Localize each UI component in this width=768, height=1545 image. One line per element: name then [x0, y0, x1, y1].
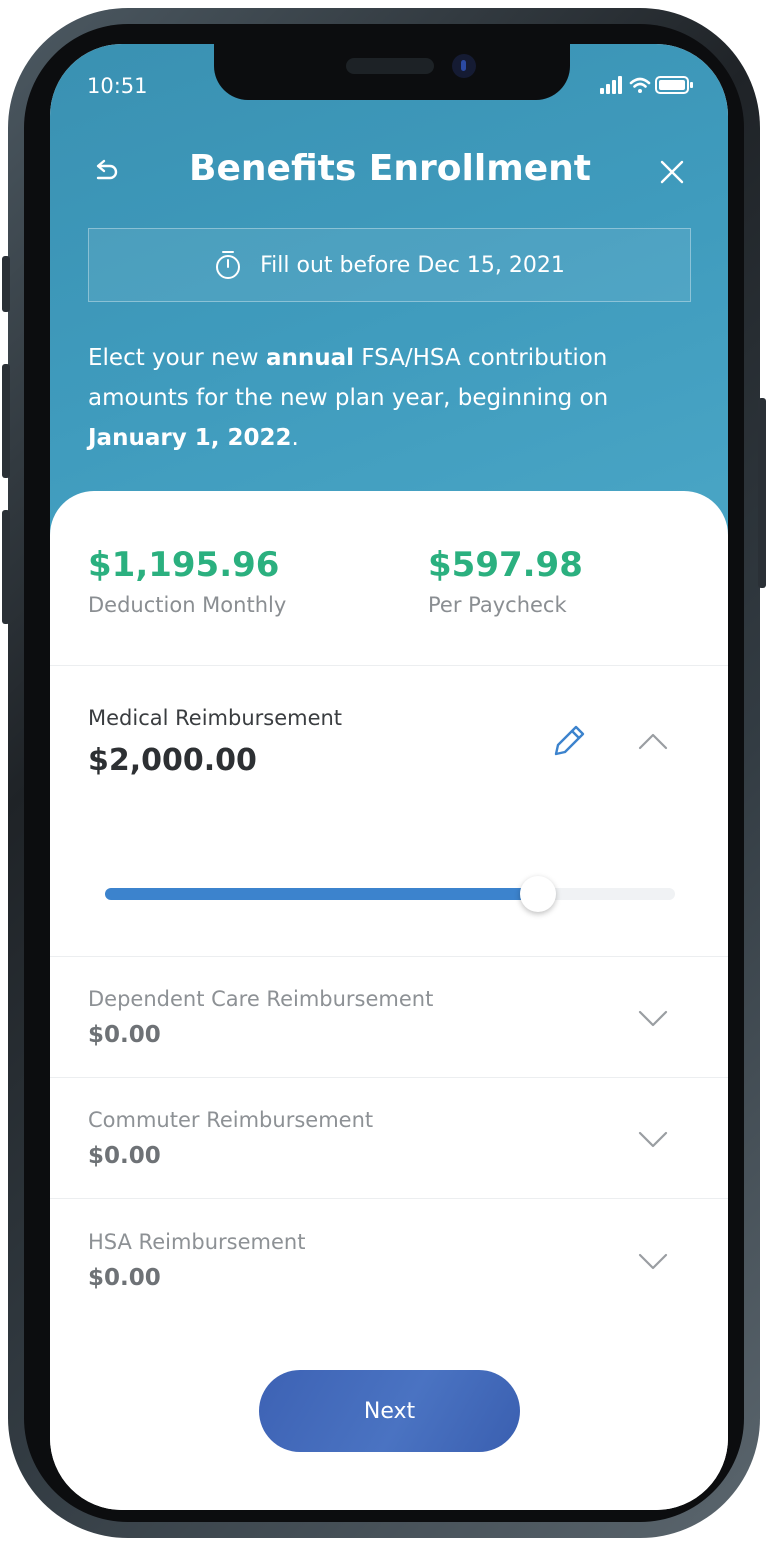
page-title: Benefits Enrollment [189, 148, 591, 189]
wifi-icon [629, 77, 651, 93]
stopwatch-icon [216, 251, 241, 279]
chevron-up-icon[interactable] [637, 731, 669, 751]
power-button [758, 398, 766, 588]
commuter-title: Commuter Reimbursement [88, 1108, 374, 1132]
monthly-deduction-amount: $1,195.96 [88, 545, 280, 585]
front-camera [452, 54, 476, 78]
intro-text-part: . [291, 425, 299, 451]
phone-screen: 10:51 Benefits Enrollment Fill out befor… [50, 44, 728, 1510]
header-panel: 10:51 Benefits Enrollment Fill out befor… [50, 44, 728, 564]
dependent-care-title: Dependent Care Reimbursement [88, 987, 434, 1011]
intro-text: Elect your new annual FSA/HSA contributi… [88, 338, 668, 458]
monthly-deduction-label: Deduction Monthly [88, 593, 287, 617]
hsa-title: HSA Reimbursement [88, 1230, 306, 1254]
volume-down-button [2, 510, 10, 624]
commuter-amount: $0.00 [88, 1143, 161, 1169]
edit-pencil-icon[interactable] [548, 721, 588, 761]
medical-title: Medical Reimbursement [88, 706, 343, 730]
slider-thumb[interactable] [520, 876, 557, 912]
deadline-banner: Fill out before Dec 15, 2021 [88, 228, 691, 302]
divider [50, 1198, 728, 1199]
dependent-care-amount: $0.00 [88, 1022, 161, 1048]
deadline-text: Fill out before Dec 15, 2021 [260, 252, 565, 278]
medical-amount-slider[interactable] [105, 876, 675, 912]
chevron-down-icon[interactable] [637, 1130, 669, 1150]
divider [50, 665, 728, 666]
status-time: 10:51 [87, 74, 148, 98]
slider-fill [105, 888, 539, 900]
intro-text-part: Elect your new [88, 345, 266, 371]
volume-up-button [2, 364, 10, 478]
divider [50, 1077, 728, 1078]
chevron-down-icon[interactable] [637, 1252, 669, 1272]
close-icon[interactable] [654, 154, 690, 190]
intro-emphasis-date: January 1, 2022 [88, 425, 292, 451]
hsa-amount: $0.00 [88, 1265, 161, 1291]
battery-icon [655, 76, 693, 94]
intro-emphasis-annual: annual [265, 345, 354, 371]
contribution-card: $1,195.96 Deduction Monthly $597.98 Per … [50, 491, 728, 1510]
divider [50, 956, 728, 957]
paycheck-label: Per Paycheck [428, 593, 567, 617]
back-arrow-icon[interactable] [88, 154, 124, 190]
paycheck-amount: $597.98 [428, 545, 583, 585]
device-stage: 10:51 Benefits Enrollment Fill out befor… [0, 0, 768, 1545]
medical-amount: $2,000.00 [88, 743, 257, 778]
speaker-grille [346, 58, 434, 74]
signal-icon [600, 76, 622, 94]
chevron-down-icon[interactable] [637, 1009, 669, 1029]
mute-switch [2, 256, 10, 312]
notch [214, 44, 570, 100]
next-button[interactable]: Next [259, 1370, 520, 1452]
status-icons [600, 76, 693, 94]
